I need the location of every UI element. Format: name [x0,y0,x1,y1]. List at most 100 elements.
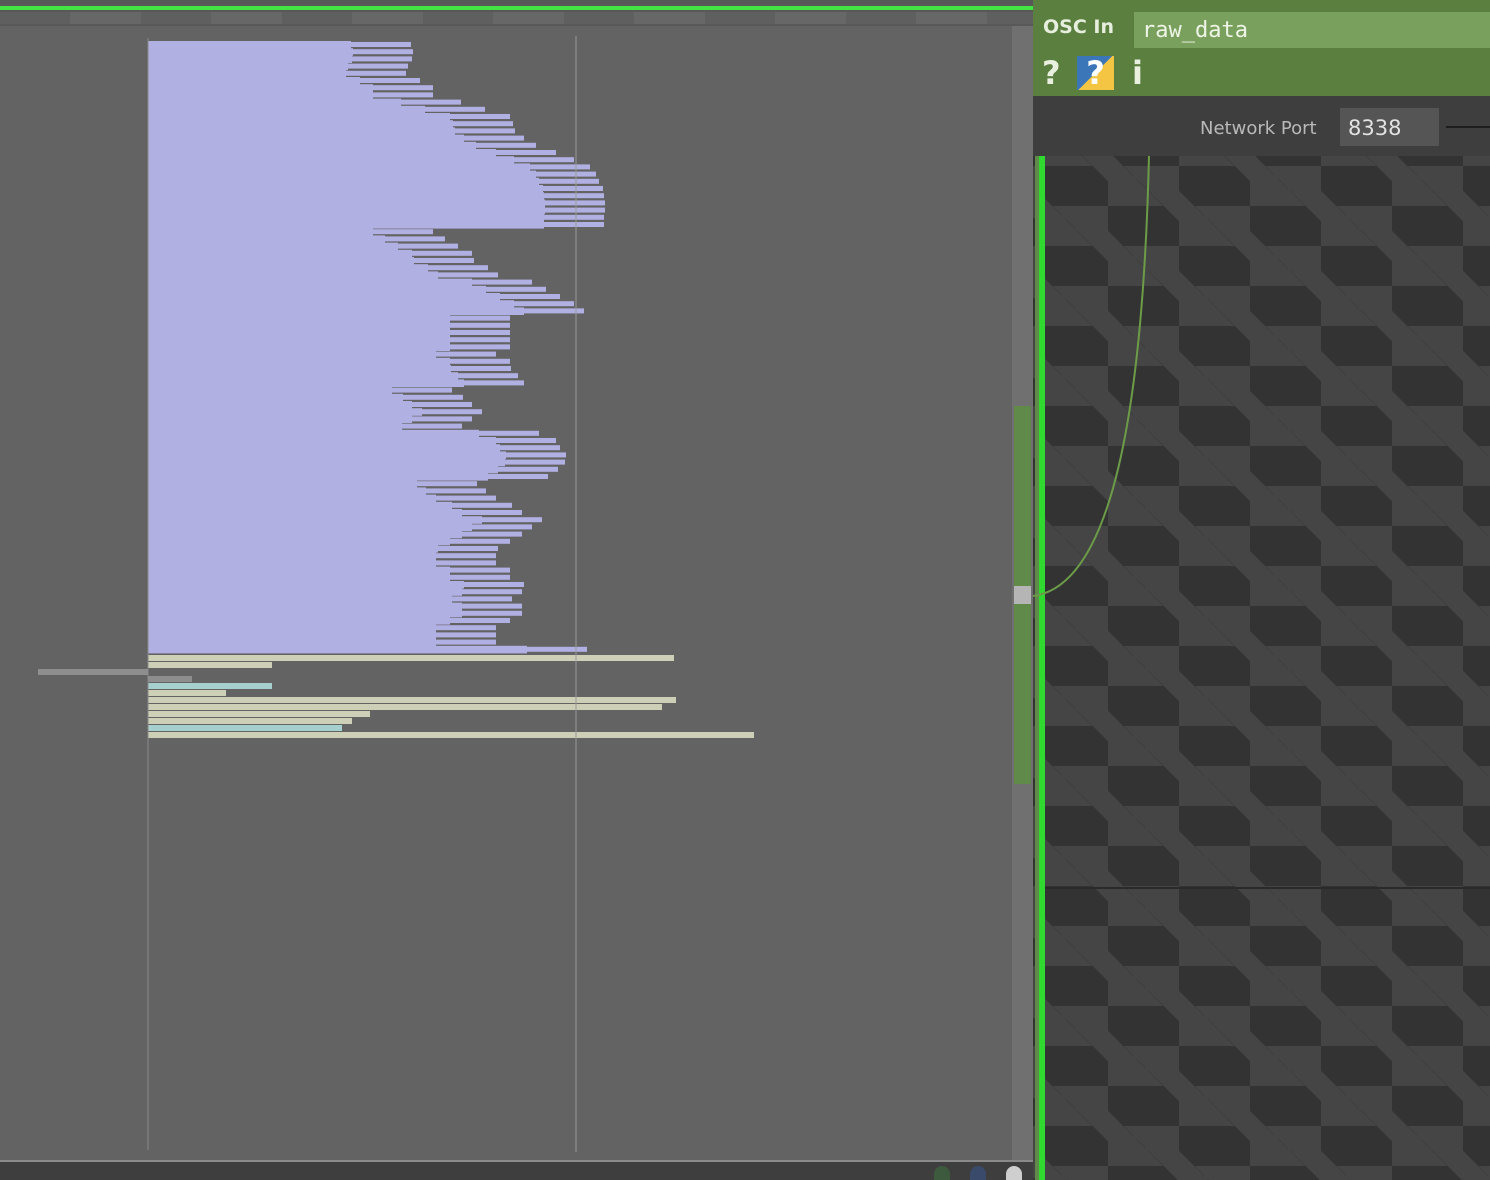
channel-bar [148,178,599,184]
channel-bar [148,596,512,602]
channel-bar [148,589,522,595]
channel-bar [148,603,522,609]
channel-bar [148,553,496,559]
timeline-ticks [0,12,1033,24]
channel-bar [148,618,510,623]
channel-bar [148,438,556,443]
channel-bar [148,574,510,580]
operator-name-field[interactable]: raw_data [1134,12,1490,48]
channel-bar [148,63,408,69]
extra-channel-bar [38,669,148,675]
channel-bar [148,394,463,400]
channel-bar [148,286,546,292]
extra-channel-bar [148,732,754,738]
channel-bar [148,272,498,278]
channel-bar [148,344,510,350]
channel-bar [148,207,605,213]
extra-channel-bar [148,704,662,710]
operator-name[interactable]: raw_data [1142,18,1248,43]
viewer-option-dot-icon[interactable] [970,1166,986,1180]
viewer-option-dot-icon[interactable] [934,1166,950,1180]
channel-bar [148,531,522,537]
channel-bar [148,186,603,191]
channel-bar [148,214,604,220]
channel-bar [148,639,496,645]
channel-bar [148,85,433,91]
channel-bar [148,517,542,523]
connection-wire[interactable] [1033,156,1150,597]
channel-bar [148,351,496,357]
scrollbar-handle[interactable] [1014,586,1031,604]
channel-bar [148,150,556,155]
channel-bar [148,560,496,566]
channel-bar [148,157,574,163]
scrollbar-track-upper[interactable] [1014,406,1031,586]
network-port-value[interactable]: 8338 [1348,116,1401,140]
channel-bar [148,481,477,487]
parameter-panel: OSC In raw_data ? ? i Network Port 8338 [1033,0,1490,1180]
channel-bar [148,366,511,371]
extra-channel-bar [148,662,272,668]
channel-bar [148,430,539,436]
channel-plot[interactable] [0,26,1012,1160]
extra-channel-bar [148,697,676,703]
operator-header: OSC In raw_data ? ? i [1033,0,1490,96]
channel-bar [148,56,412,62]
channel-bar [148,193,604,199]
channel-bar [148,452,566,458]
channel-bar [148,301,574,307]
channel-bar [148,582,524,587]
channel-bar [148,495,496,501]
channel-bar [148,474,548,479]
channel-bar [148,416,472,422]
viewer-option-dot-icon[interactable] [1006,1166,1022,1180]
channel-bar [148,294,560,299]
channel-bar [148,502,512,508]
channel-bar [148,358,510,364]
channel-bar [148,250,472,256]
channel-bar [148,279,532,285]
channel-bar [148,49,413,55]
channel-bar [148,330,510,335]
channel-bar [148,567,510,573]
channel-bar [148,445,560,451]
extra-channel-bar [148,676,192,682]
channel-bar [148,42,411,47]
help-icon[interactable]: ? [1042,56,1061,90]
viewer-active-indicator [0,6,1033,10]
scrollbar-track-lower[interactable] [1014,604,1031,784]
info-icon[interactable]: i [1132,56,1143,90]
extra-channel-bar [148,683,272,689]
network-port-parameter: Network Port 8338 [1033,96,1490,156]
channel-bar [148,78,420,83]
extra-channel-bar [148,718,352,724]
channel-bar [148,402,472,407]
chop-viewer[interactable] [0,0,1033,1180]
channel-bar [148,387,452,393]
channel-bar [148,128,515,134]
channel-bar [148,171,596,177]
python-help-icon[interactable]: ? [1077,56,1114,90]
channel-bar [148,99,461,105]
channel-bar [148,135,524,141]
channel-bar [148,121,513,127]
network-overlay [1033,156,1490,1180]
channel-bar [148,200,605,206]
channel-bar [148,466,558,472]
channel-bar [148,114,510,119]
channel-bar [148,423,462,429]
channel-bar [148,409,482,415]
channel-bar [148,373,518,379]
channel-bar [148,164,590,170]
channel-bar [148,510,522,515]
viewer-bottom-bar [0,1160,1033,1180]
channel-bar [148,258,474,263]
network-port-field[interactable]: 8338 [1340,108,1439,146]
operator-type-label: OSC In [1043,16,1114,38]
channel-bar [148,243,458,249]
channel-bar [148,229,433,235]
channel-bar [148,106,485,112]
channel-bar [148,488,486,494]
channel-bar [148,142,536,148]
channel-bar [148,625,496,631]
